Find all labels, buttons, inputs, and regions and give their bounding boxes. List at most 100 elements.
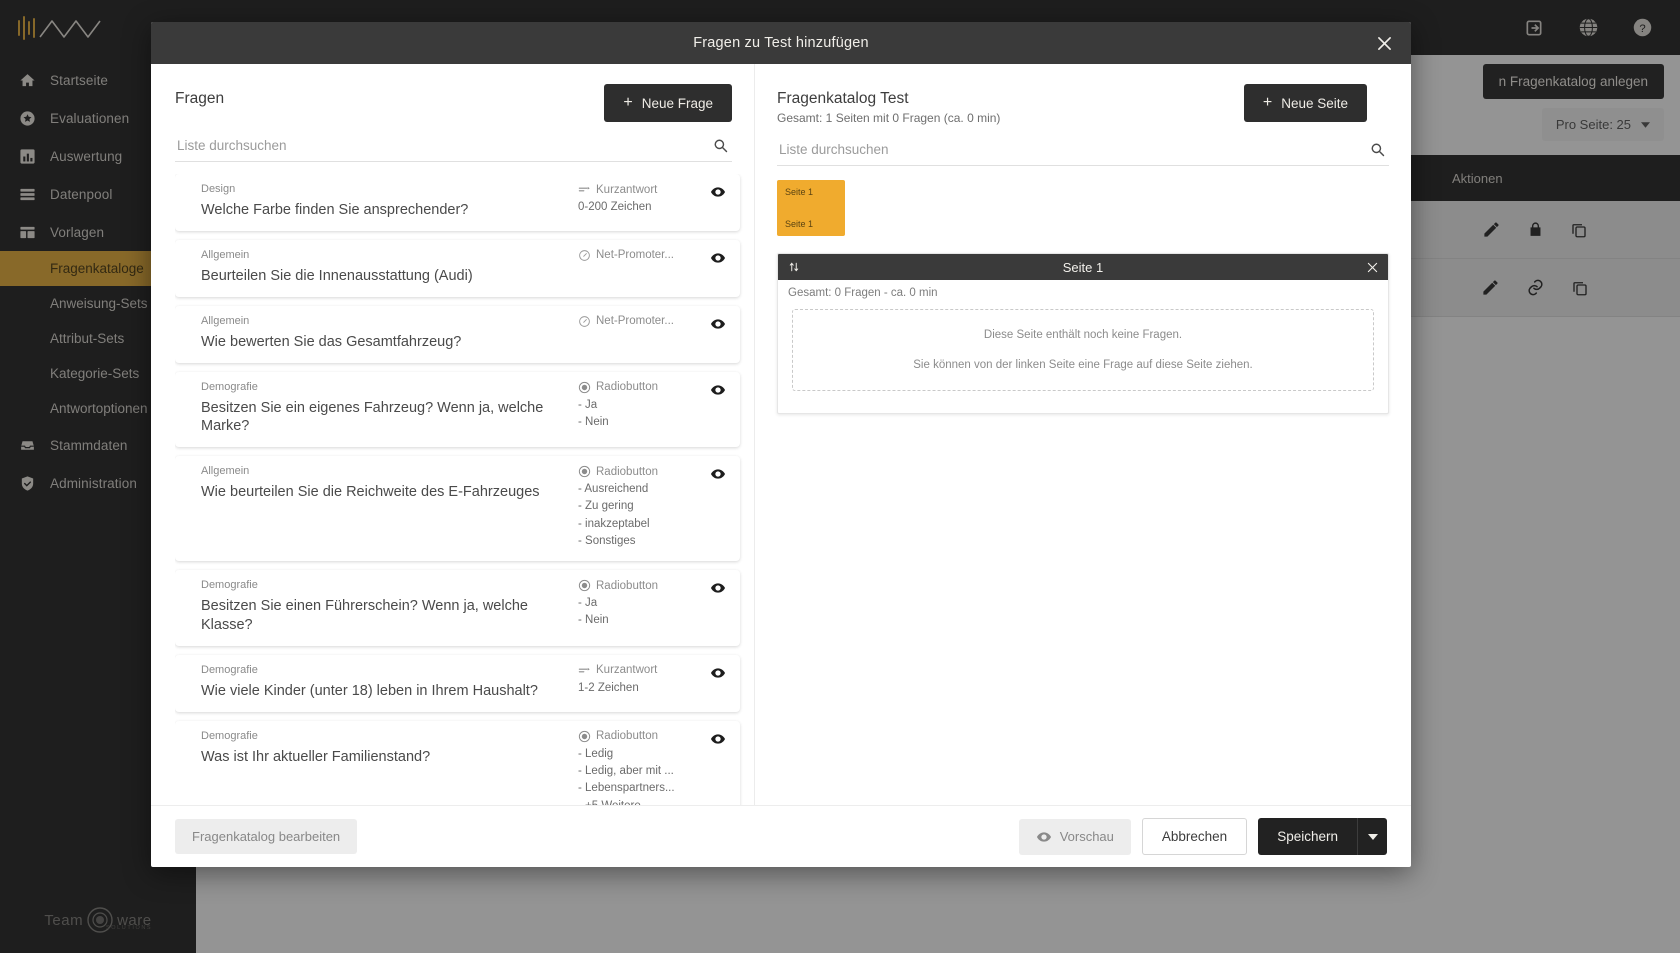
eye-icon[interactable] <box>710 465 728 482</box>
question-type-label: Radiobutton <box>596 465 659 478</box>
catalog-pane-header: Fragenkatalog Test Gesamt: 1 Seiten mit … <box>777 84 1389 126</box>
question-card-main: Design Welche Farbe finden Sie ansprechen… <box>201 183 578 220</box>
catalog-search-input[interactable] <box>779 142 1337 157</box>
question-option: - Ja <box>578 398 598 411</box>
question-detail: - Ausreichend - Zu gering - inakzeptabel - … <box>578 481 702 550</box>
eye-icon[interactable] <box>710 381 728 398</box>
close-icon[interactable] <box>1373 32 1395 54</box>
questions-list[interactable]: Design Welche Farbe finden Sie ansprechen… <box>175 174 754 805</box>
question-option: 0-200 Zeichen <box>578 201 652 213</box>
question-card[interactable]: Demografie Was ist Ihr aktueller Familien… <box>175 720 740 805</box>
question-card-meta: Radiobutton - Ledig - Ledig, aber mit ... -… <box>578 730 728 805</box>
eye-icon[interactable] <box>710 249 728 266</box>
question-card-main: Allgemein Beurteilen Sie die Innenausstat… <box>201 249 578 286</box>
page-thumbnail-seite-1[interactable]: Seite 1 Seite 1 <box>777 180 845 236</box>
short-answer-icon <box>578 664 591 677</box>
modal-footer: Fragenkatalog bearbeiten Vorschau Abbrec… <box>151 805 1411 867</box>
eye-icon <box>1036 829 1052 845</box>
search-icon[interactable] <box>1370 142 1385 157</box>
question-detail: - Ja - Nein <box>578 397 702 432</box>
new-question-button-label: Neue Frage <box>641 95 713 111</box>
question-text: Wie beurteilen Sie die Reichweite des E-… <box>201 484 540 501</box>
new-page-button-label: Neue Seite <box>1281 95 1348 111</box>
question-card-meta: Net-Promoter... <box>578 249 728 286</box>
modal-header: Fragen zu Test hinzufügen <box>151 22 1411 64</box>
question-text: Besitzen Sie ein eigenes Fahrzeug? Wenn … <box>201 399 544 435</box>
sort-icon[interactable] <box>788 261 800 273</box>
question-type: Radiobutton <box>578 381 702 394</box>
page-dropzone[interactable]: Diese Seite enthält noch keine Fragen. S… <box>792 309 1374 391</box>
save-button[interactable]: Speichern <box>1258 818 1357 855</box>
question-card[interactable]: Demografie Besitzen Sie ein eigenes Fahrz… <box>175 371 740 448</box>
question-card-meta: Radiobutton - Ausreichend - Zu gering - ina… <box>578 465 728 550</box>
question-card[interactable]: Demografie Besitzen Sie einen Führerschei… <box>175 570 740 646</box>
question-card[interactable]: Design Welche Farbe finden Sie ansprechen… <box>175 174 740 231</box>
question-type-label: Net-Promoter... <box>596 249 674 262</box>
question-meta: Kurzantwort 0-200 Zeichen <box>578 183 702 216</box>
eye-icon[interactable] <box>710 183 728 200</box>
question-detail: - Ledig - Ledig, aber mit ... - Lebenspart… <box>578 746 702 805</box>
question-meta: Net-Promoter... <box>578 315 702 331</box>
question-card[interactable]: Allgemein Wie beurteilen Sie die Reichwei… <box>175 456 740 562</box>
question-card-main: Demografie Was ist Ihr aktueller Familien… <box>201 730 578 805</box>
question-option: - Lebenspartners... <box>578 782 675 795</box>
new-page-button[interactable]: + Neue Seite <box>1243 84 1367 122</box>
page-card: Seite 1 Gesamt: 0 Fragen - ca. 0 min Die… <box>777 253 1389 414</box>
question-card-main: Demografie Wie viele Kinder (unter 18) le… <box>201 664 578 701</box>
questions-search-input[interactable] <box>177 138 684 153</box>
question-meta: Radiobutton - Ja - Nein <box>578 381 702 432</box>
radio-button-icon <box>578 381 591 394</box>
question-card-main: Demografie Besitzen Sie ein eigenes Fahrz… <box>201 381 578 437</box>
question-type: Kurzantwort <box>578 183 702 196</box>
dropzone-line-1: Diese Seite enthält noch keine Fragen. <box>983 329 1183 341</box>
caret-down-icon[interactable] <box>1357 818 1387 855</box>
question-meta: Radiobutton - Ja - Nein <box>578 579 702 630</box>
catalog-pane-title: Fragenkatalog Test <box>777 90 909 107</box>
radio-button-icon <box>578 465 591 478</box>
save-button-group: Speichern <box>1258 818 1387 855</box>
edit-catalog-button[interactable]: Fragenkatalog bearbeiten <box>175 819 358 854</box>
edit-catalog-button-label: Fragenkatalog bearbeiten <box>192 829 341 844</box>
footer-actions: Vorschau Abbrechen Speichern <box>1018 818 1387 855</box>
modal-overlay: Fragen zu Test hinzufügen Fragen + Neue … <box>0 0 1680 953</box>
questions-pane-title: Fragen <box>175 90 225 107</box>
cancel-button[interactable]: Abbrechen <box>1141 818 1248 855</box>
eye-icon[interactable] <box>710 315 728 332</box>
preview-button-label: Vorschau <box>1059 829 1114 844</box>
question-card[interactable]: Allgemein Beurteilen Sie die Innenausstat… <box>175 239 740 297</box>
questions-pane-header: Fragen + Neue Frage <box>175 84 754 122</box>
cancel-button-label: Abbrechen <box>1161 829 1228 844</box>
question-option: - Nein <box>578 614 609 627</box>
question-type: Radiobutton <box>578 465 702 478</box>
question-category: Design <box>201 183 236 195</box>
preview-button[interactable]: Vorschau <box>1018 818 1131 855</box>
question-option: - +5 Weitere <box>578 798 702 806</box>
new-question-button[interactable]: + Neue Frage <box>604 84 732 122</box>
radio-button-icon <box>578 579 591 592</box>
question-category: Allgemein <box>201 465 250 478</box>
question-meta: Kurzantwort 1-2 Zeichen <box>578 664 702 697</box>
question-card[interactable]: Allgemein Wie bewerten Sie das Gesamtfahr… <box>175 305 740 363</box>
question-category: Demografie <box>201 729 258 742</box>
question-card[interactable]: Demografie Wie viele Kinder (unter 18) le… <box>175 654 740 712</box>
add-questions-modal: Fragen zu Test hinzufügen Fragen + Neue … <box>151 22 1411 867</box>
question-option: - Sonstiges <box>578 534 636 547</box>
question-type-label: Kurzantwort <box>596 664 658 677</box>
eye-icon[interactable] <box>710 579 728 596</box>
close-icon[interactable] <box>1367 262 1378 273</box>
page-card-title: Seite 1 <box>1062 259 1104 275</box>
question-option: - Nein <box>578 415 609 428</box>
page-thumbnail-subtitle: Seite 1 <box>785 219 814 229</box>
modal-body: Fragen + Neue Frage Design Welche Farbe f… <box>151 64 1411 805</box>
eye-icon[interactable] <box>710 664 728 681</box>
radio-button-icon <box>578 730 591 743</box>
eye-icon[interactable] <box>710 730 728 747</box>
question-meta: Radiobutton - Ausreichend - Zu gering - ina… <box>578 465 702 550</box>
gauge-icon <box>578 249 591 262</box>
question-text: Beurteilen Sie die Innenausstattung (Aud… <box>201 267 473 284</box>
page-card-subtitle: Gesamt: 0 Fragen - ca. 0 min <box>788 287 938 299</box>
question-detail: 1-2 Zeichen <box>578 680 702 697</box>
question-category: Demografie <box>201 380 258 393</box>
short-answer-icon <box>578 183 591 196</box>
search-icon[interactable] <box>713 138 728 153</box>
